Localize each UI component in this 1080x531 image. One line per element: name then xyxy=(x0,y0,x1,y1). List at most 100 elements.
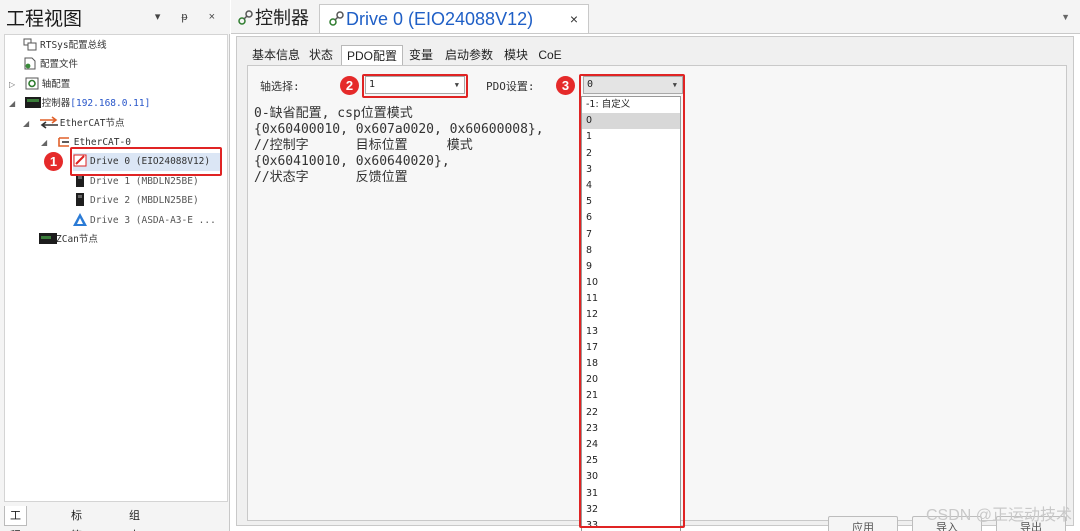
tab-drive-0[interactable]: Drive 0 (EIO24088V12) × xyxy=(319,4,589,33)
tab-config-view[interactable]: 组态视图 xyxy=(124,506,145,531)
pdo-option[interactable]: 3 xyxy=(582,162,680,178)
ethercat-arrows-icon xyxy=(39,116,58,129)
tree-item-controller[interactable]: ◢ 控制器[192.168.0.11] xyxy=(9,95,150,113)
tab-startup-params[interactable]: 启动参数 xyxy=(441,45,497,65)
collapse-icon[interactable]: ◢ xyxy=(41,134,51,152)
gear-icon xyxy=(25,77,39,90)
document-tabs: 控制器 Drive 0 (EIO24088V12) × ▼ xyxy=(231,0,1080,34)
pdo-option[interactable]: 30 xyxy=(582,469,680,485)
controller-icon xyxy=(24,96,41,109)
pdo-option[interactable]: 24 xyxy=(582,437,680,453)
tree-item-drive-3[interactable]: Drive 3 (ASDA-A3-E ... xyxy=(73,212,216,230)
pdo-option[interactable]: -1: 自定义 xyxy=(582,97,680,113)
zcan-icon xyxy=(39,232,57,245)
tab-status[interactable]: 状态 xyxy=(305,45,337,65)
annotation-badge-3: 3 xyxy=(556,76,575,95)
watermark: CSDN @正运动技术 xyxy=(925,507,1072,524)
pdo-option[interactable]: 10 xyxy=(582,275,680,291)
pdo-option[interactable]: 6 xyxy=(582,210,680,226)
drive-io-icon xyxy=(73,154,87,167)
annotation-badge-2: 2 xyxy=(340,76,359,95)
tree-item-ethercat-node[interactable]: ◢ EtherCAT节点 xyxy=(23,115,125,133)
pdo-description-line: {0x60400010, 0x607a0020, 0x60600008}, xyxy=(254,122,544,137)
tab-drive-0-label: Drive 0 (EIO24088V12) xyxy=(346,9,534,29)
tab-modules[interactable]: 模块 xyxy=(501,45,531,65)
bus-icon xyxy=(23,38,37,51)
file-icon xyxy=(23,57,37,70)
pdo-option[interactable]: 21 xyxy=(582,388,680,404)
pdo-description: 0-缺省配置, csp位置模式 {0x60400010, 0x607a0020, … xyxy=(254,106,544,186)
tree-item-rtsys-bus[interactable]: RTSys配置总线 xyxy=(23,37,107,55)
apply-button[interactable]: 应用 xyxy=(828,516,898,531)
tab-variables[interactable]: 变量 xyxy=(405,45,437,65)
close-icon[interactable]: × xyxy=(570,5,578,33)
pdo-description-line: {0x60410010, 0x60640020}, xyxy=(254,154,450,169)
annotation-badge-1: 1 xyxy=(44,152,63,171)
project-panel-header: 工程视图 ▾ ᵽ × xyxy=(0,0,230,34)
chevron-down-icon: ▼ xyxy=(454,81,459,89)
tree-item-label: ZCan节点 xyxy=(56,234,98,245)
pdo-setting-combobox[interactable]: 0 ▼ xyxy=(583,76,683,94)
tree-item-zcan-node[interactable]: ZCan节点 xyxy=(39,231,98,249)
delta-drive-icon xyxy=(73,213,87,226)
pdo-setting-label: PDO设置: xyxy=(486,80,535,93)
pdo-option[interactable]: 4 xyxy=(582,178,680,194)
collapse-icon[interactable]: ◢ xyxy=(9,95,19,113)
pdo-option[interactable]: 5 xyxy=(582,194,680,210)
pdo-option[interactable]: 31 xyxy=(582,486,680,502)
axis-select-combobox[interactable]: 1 ▼ xyxy=(365,76,465,94)
controller-tab-icon xyxy=(237,5,255,33)
axis-select-label: 轴选择: xyxy=(260,80,300,93)
pdo-setting-value: 0 xyxy=(587,79,594,90)
tree-item-drive-1[interactable]: Drive 1 (MBDLN25BE) xyxy=(73,173,199,191)
collapse-icon[interactable]: ◢ xyxy=(23,115,33,133)
pdo-option[interactable]: 8 xyxy=(582,243,680,259)
pdo-option[interactable]: 1 xyxy=(582,129,680,145)
ethercat-port-icon xyxy=(57,135,71,148)
pdo-option[interactable]: 13 xyxy=(582,324,680,340)
pdo-option[interactable]: 9 xyxy=(582,259,680,275)
drive-tab-icon xyxy=(328,6,346,34)
pdo-option[interactable]: 25 xyxy=(582,453,680,469)
tab-coe[interactable]: CoE xyxy=(535,45,565,65)
tree-item-label: Drive 1 (MBDLN25BE) xyxy=(90,176,199,187)
pdo-option[interactable]: 12 xyxy=(582,307,680,323)
pdo-option[interactable]: 2 xyxy=(582,146,680,162)
pdo-description-line: //状态字 反馈位置 xyxy=(254,170,408,185)
tab-label-view[interactable]: 标签视图 xyxy=(66,506,87,531)
pdo-option[interactable]: 0 xyxy=(582,113,680,130)
tab-controller-label: 控制器 xyxy=(255,8,309,28)
pdo-option[interactable]: 33 xyxy=(582,518,680,531)
tree-item-label: Drive 0 (EIO24088V12) xyxy=(90,156,211,167)
pdo-option[interactable]: 11 xyxy=(582,291,680,307)
tree-item-drive-2[interactable]: Drive 2 (MBDLN25BE) xyxy=(73,192,199,210)
tree-item-label: Drive 3 (ASDA-A3-E ... xyxy=(90,215,216,226)
pdo-description-line: //控制字 目标位置 模式 xyxy=(254,138,473,153)
servo-drive-icon xyxy=(73,174,87,187)
pdo-option[interactable]: 18 xyxy=(582,356,680,372)
pdo-setting-dropdown-list: -1: 自定义 0 1 2 3 4 5 6 7 8 9 10 11 12 13 17 18 20 21 22 23 24 2… xyxy=(581,96,681,531)
tree-item-label: 配置文件 xyxy=(40,59,79,70)
pdo-description-line: 0-缺省配置, csp位置模式 xyxy=(254,106,413,121)
tree-item-config-file[interactable]: 配置文件 xyxy=(23,56,78,74)
pdo-option[interactable]: 23 xyxy=(582,421,680,437)
pdo-option[interactable]: 22 xyxy=(582,405,680,421)
tab-basic-info[interactable]: 基本信息 xyxy=(249,45,303,65)
tree-item-ethercat-0[interactable]: ◢ EtherCAT-0 xyxy=(41,134,131,152)
tab-pdo-config[interactable]: PDO配置 xyxy=(341,45,403,66)
pdo-option[interactable]: 20 xyxy=(582,372,680,388)
pdo-option[interactable]: 7 xyxy=(582,227,680,243)
tab-controller[interactable]: 控制器 xyxy=(237,4,309,33)
tree-item-label: 轴配置 xyxy=(41,79,71,90)
expand-icon[interactable]: ▷ xyxy=(9,76,19,94)
tab-list-dropdown-icon[interactable]: ▼ xyxy=(1061,12,1070,22)
project-panel: 工程视图 ▾ ᵽ × RTSys配置总线 配置文件 ▷ 轴配置 ◢ 控制器[19… xyxy=(0,0,230,531)
tree-item-drive-0[interactable]: Drive 0 (EIO24088V12) xyxy=(73,153,221,171)
project-panel-title: 工程视图 xyxy=(6,9,83,30)
tree-item-axis-config[interactable]: ▷ 轴配置 xyxy=(9,76,70,94)
tab-project-view[interactable]: 工程视图 xyxy=(4,506,27,531)
pdo-option[interactable]: 32 xyxy=(582,502,680,518)
panel-header-buttons[interactable]: ▾ ᵽ × xyxy=(155,10,224,23)
tree-item-label: Drive 2 (MBDLN25BE) xyxy=(90,195,199,206)
pdo-option[interactable]: 17 xyxy=(582,340,680,356)
